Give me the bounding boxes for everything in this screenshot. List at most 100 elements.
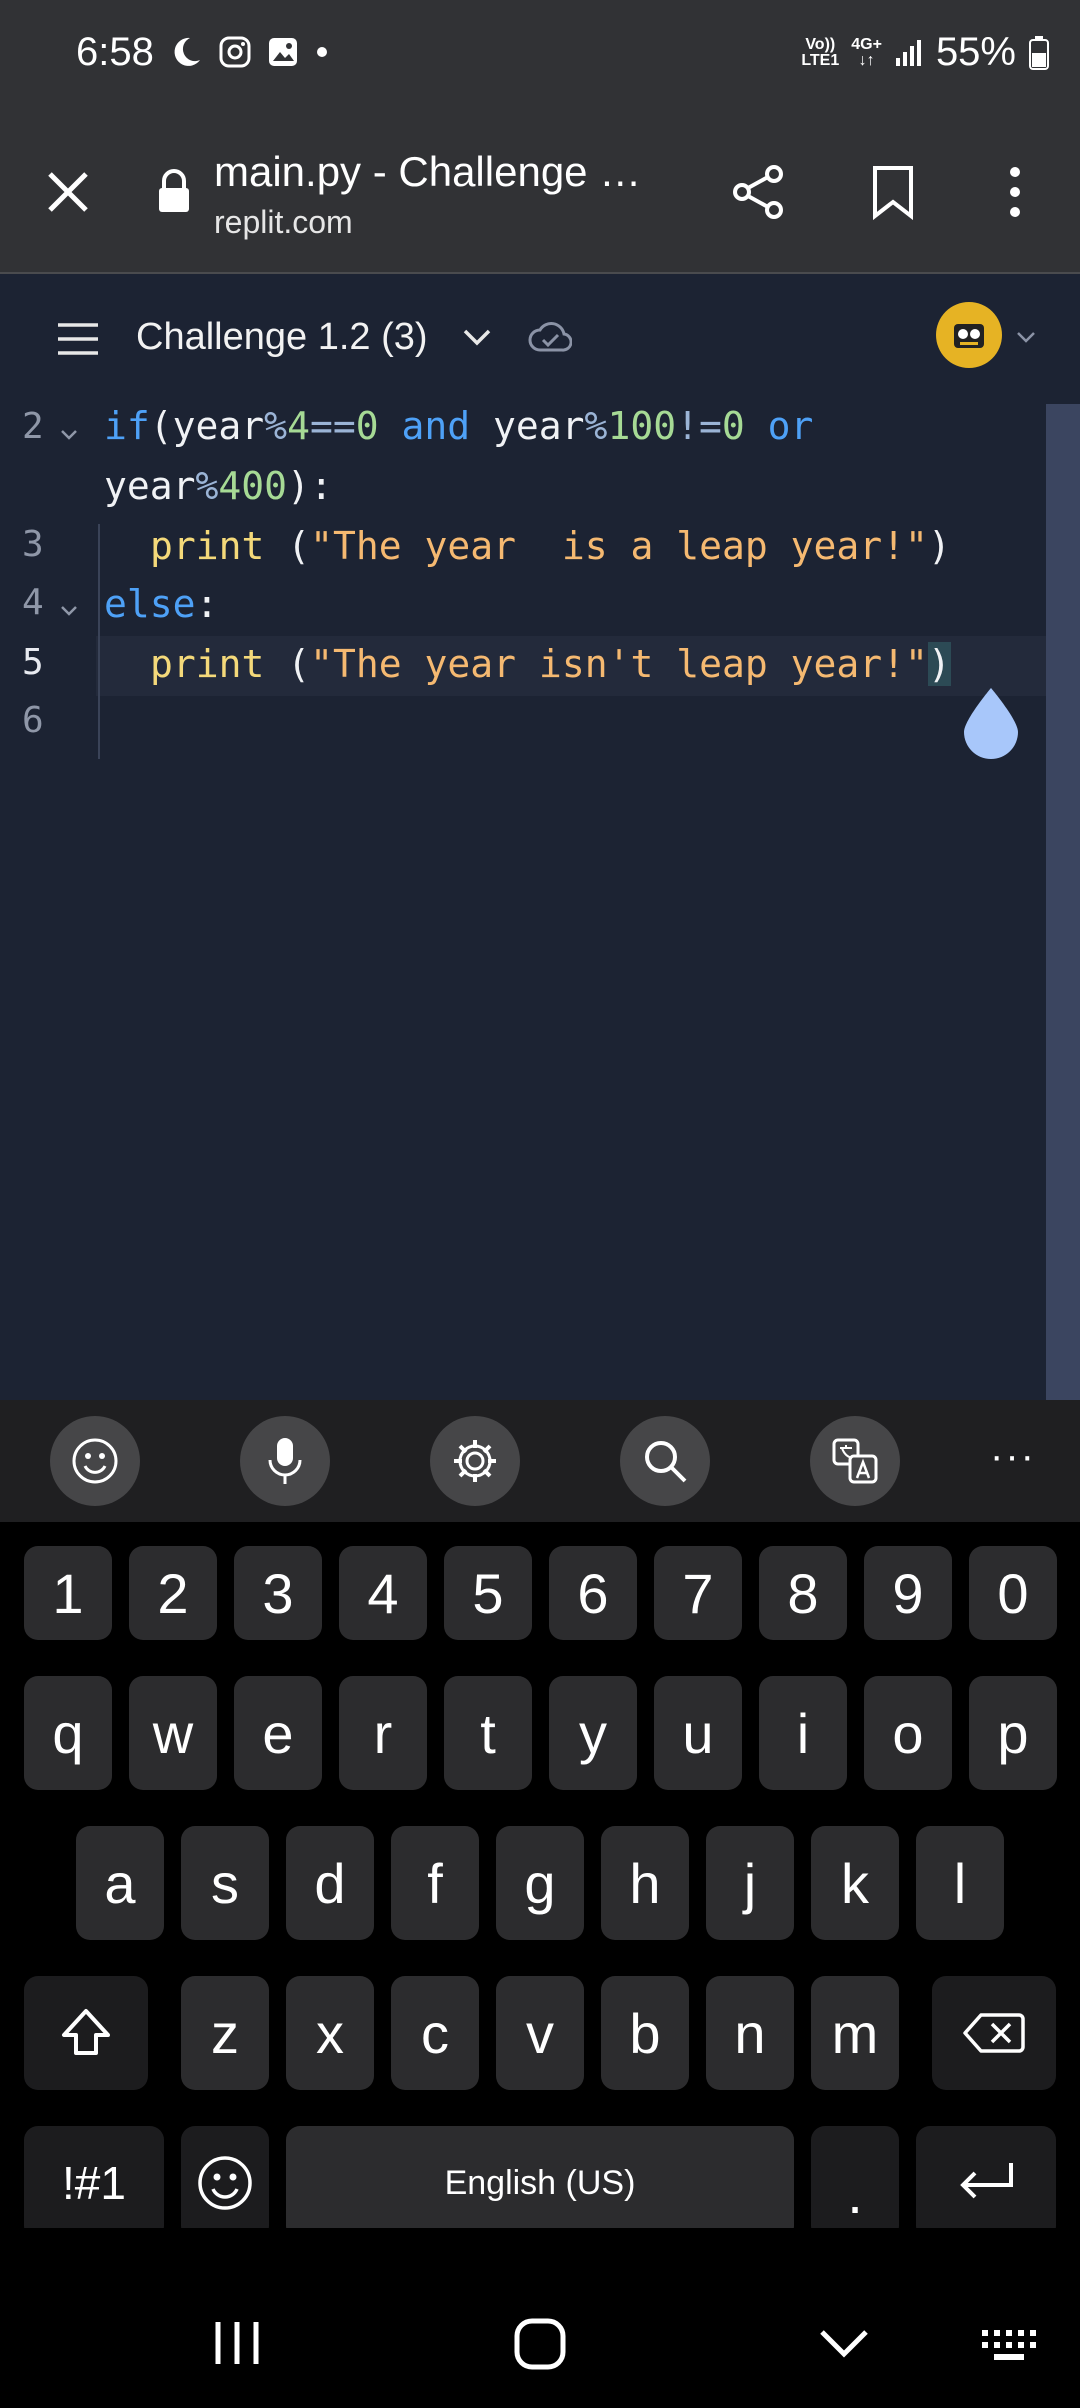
key-o[interactable]: o xyxy=(864,1676,952,1790)
keyboard-switch-icon[interactable] xyxy=(980,2328,1042,2364)
status-time: 6:58 xyxy=(76,30,154,74)
keyboard-search-button[interactable] xyxy=(620,1416,710,1506)
key-h[interactable]: h xyxy=(601,1826,689,1940)
key-n[interactable]: n xyxy=(706,1976,794,2090)
indent-guide xyxy=(98,524,100,759)
smiley-icon xyxy=(198,2156,252,2210)
browser-toolbar: main.py - Challenge … replit.com xyxy=(0,112,1080,274)
status-right: Vo)) LTE1 4G+ ↓↑ 55% xyxy=(801,30,1050,75)
share-icon[interactable] xyxy=(730,164,786,220)
system-navigation-bar xyxy=(0,2228,1080,2408)
emoji-key[interactable] xyxy=(181,2126,269,2240)
line-number: 6 xyxy=(22,700,44,741)
key-b[interactable]: b xyxy=(601,1976,689,2090)
project-name[interactable]: Challenge 1.2 (3) xyxy=(136,316,428,359)
code-line: print ("The year is a leap year!") xyxy=(150,524,951,568)
key-7[interactable]: 7 xyxy=(654,1546,742,1640)
keyboard-settings-button[interactable] xyxy=(430,1416,520,1506)
moon-icon xyxy=(174,37,200,66)
backspace-icon xyxy=(963,2013,1025,2053)
key-l[interactable]: l xyxy=(916,1826,1004,1940)
lock-icon xyxy=(159,169,189,212)
key-3[interactable]: 3 xyxy=(234,1546,322,1640)
shift-icon xyxy=(62,2009,110,2055)
code-editor[interactable]: 2 3 4 5 6 if(year%4==0 and year%100!=0 o… xyxy=(0,404,1080,1400)
signal-icon xyxy=(895,39,921,66)
key-c[interactable]: c xyxy=(391,1976,479,2090)
line-number: 4 xyxy=(22,582,44,623)
key-p[interactable]: p xyxy=(969,1676,1057,1790)
shift-key[interactable] xyxy=(24,1976,148,2090)
microphone-icon xyxy=(268,1438,302,1484)
page-title[interactable]: main.py - Challenge … xyxy=(214,148,641,196)
key-a[interactable]: a xyxy=(76,1826,164,1940)
editor-scrollbar[interactable] xyxy=(1046,404,1080,1400)
key-8[interactable]: 8 xyxy=(759,1546,847,1640)
key-9[interactable]: 9 xyxy=(864,1546,952,1640)
space-key[interactable]: English (US) xyxy=(286,2126,794,2240)
key-x[interactable]: x xyxy=(286,1976,374,2090)
key-f[interactable]: f xyxy=(391,1826,479,1940)
cursor-handle-icon[interactable] xyxy=(962,686,1020,760)
key-r[interactable]: r xyxy=(339,1676,427,1790)
line-number: 5 xyxy=(22,642,44,683)
key-u[interactable]: u xyxy=(654,1676,742,1790)
key-5[interactable]: 5 xyxy=(444,1546,532,1640)
key-q[interactable]: q xyxy=(24,1676,112,1790)
key-k[interactable]: k xyxy=(811,1826,899,1940)
key-v[interactable]: v xyxy=(496,1976,584,2090)
code-line: if(year%4==0 and year%100!=0 or xyxy=(104,404,814,448)
key-4[interactable]: 4 xyxy=(339,1546,427,1640)
key-z[interactable]: z xyxy=(181,1976,269,2090)
translate-button[interactable] xyxy=(810,1416,900,1506)
network-4g-indicator: 4G+ ↓↑ xyxy=(851,35,882,69)
on-screen-keyboard: 1 2 3 4 5 6 7 8 9 0 q w e r t y u i o p … xyxy=(0,1522,1080,2240)
key-0[interactable]: 0 xyxy=(969,1546,1057,1640)
fold-chevron-icon[interactable] xyxy=(60,428,78,442)
key-i[interactable]: i xyxy=(759,1676,847,1790)
chevron-down-icon[interactable] xyxy=(462,326,492,348)
cloud-check-icon xyxy=(528,322,572,352)
key-y[interactable]: y xyxy=(549,1676,637,1790)
page-url[interactable]: replit.com xyxy=(214,204,353,241)
symbols-key[interactable]: !#1 xyxy=(24,2126,164,2240)
key-6[interactable]: 6 xyxy=(549,1546,637,1640)
key-1[interactable]: 1 xyxy=(24,1546,112,1640)
status-bar: 6:58 Vo)) LTE1 4G+ ↓↑ 55% xyxy=(0,0,1080,112)
key-t[interactable]: t xyxy=(444,1676,532,1790)
hide-keyboard-icon[interactable] xyxy=(818,2328,870,2360)
key-s[interactable]: s xyxy=(181,1826,269,1940)
avatar-chevron-icon[interactable] xyxy=(1016,330,1036,344)
key-e[interactable]: e xyxy=(234,1676,322,1790)
close-icon[interactable] xyxy=(44,168,92,216)
more-options-icon[interactable]: ··· xyxy=(990,1434,1036,1479)
enter-key[interactable] xyxy=(916,2126,1056,2240)
recent-apps-icon[interactable] xyxy=(212,2320,262,2366)
fold-chevron-icon[interactable] xyxy=(60,604,78,618)
battery-icon xyxy=(1029,35,1049,70)
dot-icon xyxy=(317,47,327,57)
smiley-icon xyxy=(72,1438,118,1484)
period-key[interactable]: . xyxy=(811,2126,899,2240)
more-vert-icon[interactable] xyxy=(1002,164,1028,220)
bookmark-icon[interactable] xyxy=(870,164,916,220)
voice-input-button[interactable] xyxy=(240,1416,330,1506)
avatar[interactable] xyxy=(936,302,1002,368)
line-number: 3 xyxy=(22,524,44,565)
emoji-toolbar-button[interactable] xyxy=(50,1416,140,1506)
menu-icon[interactable] xyxy=(56,322,100,356)
instagram-icon xyxy=(219,36,251,68)
battery-percent: 55% xyxy=(935,30,1016,74)
key-2[interactable]: 2 xyxy=(129,1546,217,1640)
code-line-wrapped: year%400): xyxy=(104,464,333,508)
backspace-key[interactable] xyxy=(932,1976,1056,2090)
key-g[interactable]: g xyxy=(496,1826,584,1940)
key-j[interactable]: j xyxy=(706,1826,794,1940)
gear-icon xyxy=(454,1440,496,1482)
key-w[interactable]: w xyxy=(129,1676,217,1790)
line-number: 2 xyxy=(22,406,44,447)
home-icon[interactable] xyxy=(514,2318,566,2370)
key-d[interactable]: d xyxy=(286,1826,374,1940)
code-line: print ("The year isn't leap year!") xyxy=(150,642,951,686)
key-m[interactable]: m xyxy=(811,1976,899,2090)
